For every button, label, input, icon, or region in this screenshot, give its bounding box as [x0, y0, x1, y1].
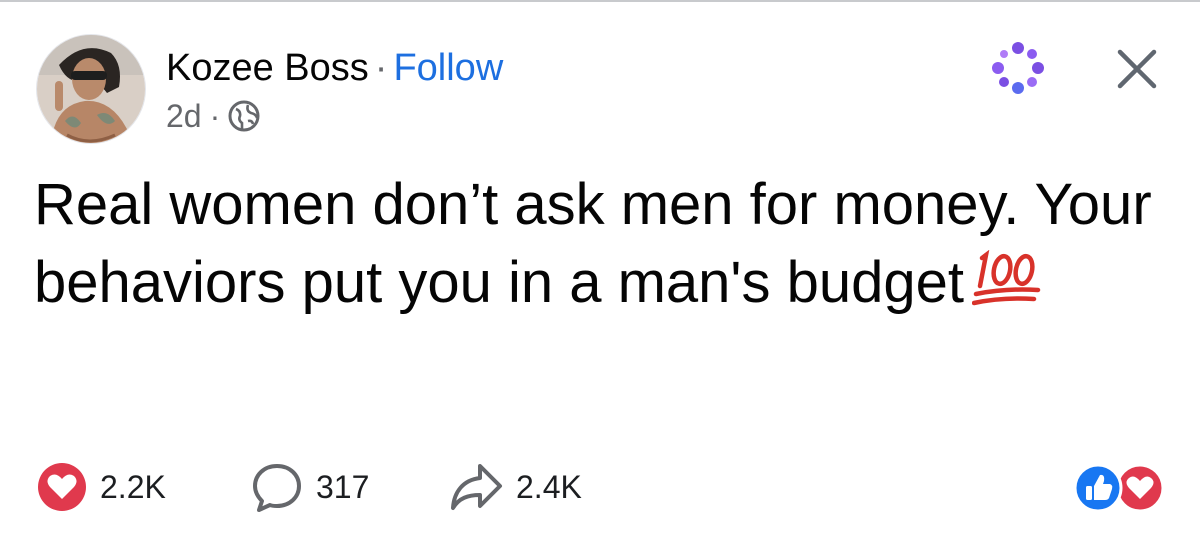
love-icon [1115, 463, 1165, 513]
like-icon [1073, 463, 1123, 513]
comment-button[interactable]: 317 [250, 458, 369, 516]
ai-sparkle-icon[interactable] [988, 38, 1048, 98]
comment-count: 317 [316, 468, 370, 505]
share-icon [451, 464, 502, 510]
top-divider [0, 0, 1200, 2]
like-count-button[interactable]: 2.2K [36, 458, 166, 516]
share-button[interactable]: 2.4K [448, 458, 582, 516]
author-line: Kozee Boss · Follow [166, 44, 503, 92]
author-avatar[interactable] [36, 34, 146, 144]
love-reaction-icon [38, 463, 86, 511]
hundred-points-icon [972, 250, 1041, 306]
globe-icon [228, 100, 260, 132]
follow-button[interactable]: Follow [393, 47, 503, 89]
like-count: 2.2K [100, 468, 166, 505]
post-meta: 2d · [166, 96, 260, 136]
close-icon[interactable] [1112, 44, 1162, 94]
reaction-summary[interactable] [1072, 462, 1166, 514]
post-stats: 2.2K 317 2.4K [36, 458, 1166, 516]
author-name[interactable]: Kozee Boss [166, 47, 369, 89]
share-count: 2.4K [516, 468, 582, 505]
meta-separator: · [209, 98, 221, 134]
post-time[interactable]: 2d [166, 96, 202, 136]
name-separator: · [374, 47, 388, 89]
post-body: Real women don’t ask men for money. Your… [34, 166, 1164, 322]
comment-icon [253, 464, 301, 512]
avatar-image [37, 35, 145, 143]
